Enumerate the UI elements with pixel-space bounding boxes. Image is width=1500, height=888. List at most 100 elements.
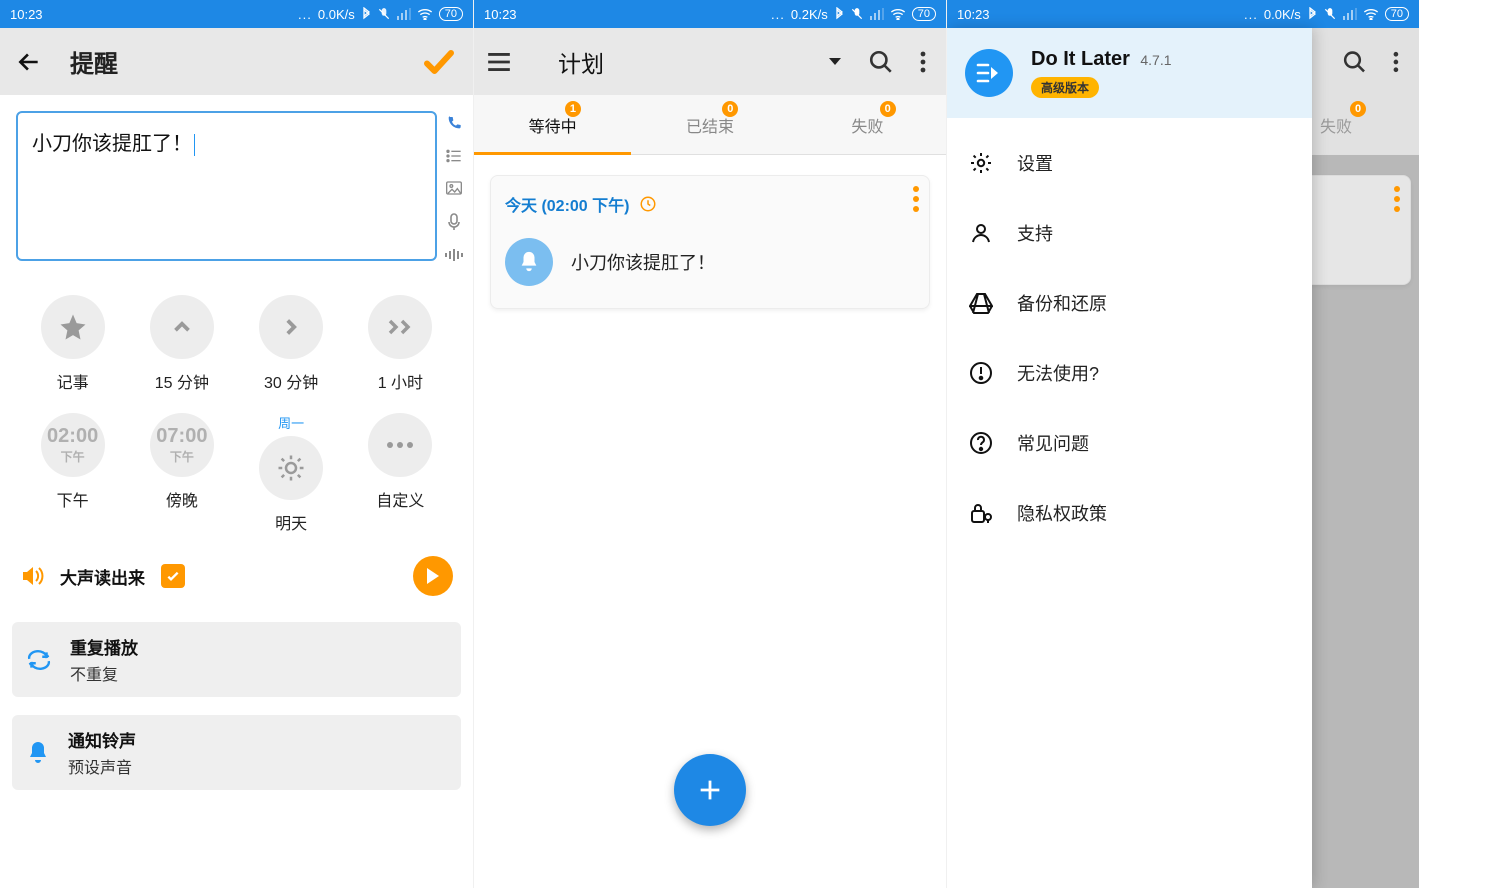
screen-reminder-editor: 10:23 ... 0.0K/s 70 提醒 小刀你该提肛了！ (0, 0, 473, 888)
option-tomorrow[interactable]: 周一 明天 (237, 413, 346, 534)
option-15min[interactable]: 15 分钟 (127, 295, 236, 393)
star-icon (58, 312, 88, 342)
add-reminder-fab[interactable] (674, 754, 746, 826)
lock-key-icon (969, 501, 993, 525)
drive-icon (969, 292, 993, 314)
wifi-icon (417, 8, 433, 20)
screen-drawer-open: 10:23 ... 0.0K/s 70 失败 0 (946, 0, 1419, 888)
ringtone-setting[interactable]: 通知铃声 预设声音 (12, 715, 461, 790)
tab-waiting[interactable]: 等待中 1 (474, 95, 631, 154)
drawer-item-faq[interactable]: 常见问题 (947, 408, 1312, 478)
drawer-header: Do It Later 4.7.1 高级版本 (947, 28, 1312, 118)
bell-avatar-icon (505, 238, 553, 286)
app-bar: 提醒 (0, 28, 473, 95)
status-bar: 10:23 ... 0.0K/s 70 (0, 0, 473, 28)
chevron-up-icon (169, 314, 195, 340)
screen-plan-list: 10:23 ... 0.2K/s 70 计划 等待中 1 已结束 0 失败 (473, 0, 946, 888)
drawer-item-not-working[interactable]: 无法使用? (947, 338, 1312, 408)
list-icon[interactable] (446, 149, 462, 163)
battery-indicator: 70 (439, 7, 463, 21)
app-version: 4.7.1 (1140, 52, 1171, 68)
speaker-icon (20, 565, 44, 587)
page-title: 提醒 (70, 44, 118, 79)
person-icon (969, 221, 993, 245)
reminder-text-input[interactable]: 小刀你该提肛了！ (16, 111, 437, 261)
bluetooth-icon (361, 7, 371, 21)
status-time: 10:23 (10, 7, 43, 22)
plus-icon (696, 776, 724, 804)
tab-failed-badge: 0 (880, 101, 896, 117)
tab-finished[interactable]: 已结束 0 (631, 95, 788, 154)
double-chevron-right-icon (384, 314, 416, 340)
bluetooth-icon (1307, 7, 1317, 21)
battery-indicator: 70 (912, 7, 936, 21)
navigation-drawer: Do It Later 4.7.1 高级版本 设置 支持 备份和还原 无法使用? (947, 28, 1312, 888)
premium-badge: 高级版本 (1031, 77, 1099, 98)
confirm-icon[interactable] (421, 44, 457, 80)
card-overflow-icon[interactable] (913, 186, 919, 212)
chevron-right-icon (278, 314, 304, 340)
repeat-setting[interactable]: 重复播放 不重复 (12, 622, 461, 697)
alert-circle-icon (969, 361, 993, 385)
mute-icon (1323, 7, 1337, 21)
tab-finished-badge: 0 (722, 101, 738, 117)
option-30min[interactable]: 30 分钟 (237, 295, 346, 393)
status-time: 10:23 (957, 7, 990, 22)
play-button[interactable] (413, 556, 453, 596)
tab-bar: 等待中 1 已结束 0 失败 0 (474, 95, 946, 155)
status-bar: 10:23 ... 0.0K/s 70 (947, 0, 1419, 28)
mute-icon (850, 7, 864, 21)
option-custom[interactable]: 自定义 (346, 413, 455, 534)
option-notes[interactable]: 记事 (18, 295, 127, 393)
drawer-item-privacy[interactable]: 隐私权政策 (947, 478, 1312, 548)
bell-icon (26, 740, 50, 766)
caret-down-icon (828, 57, 842, 67)
status-bar: 10:23 ... 0.2K/s 70 (474, 0, 946, 28)
tab-waiting-badge: 1 (565, 101, 581, 117)
voice-wave-icon[interactable] (445, 249, 463, 261)
category-dropdown[interactable]: 计划 (530, 45, 850, 79)
bluetooth-icon (834, 7, 844, 21)
play-icon (425, 567, 441, 585)
image-icon[interactable] (446, 181, 462, 195)
tab-failed[interactable]: 失败 0 (789, 95, 946, 154)
reminder-card[interactable]: 今天 (02:00 下午) 小刀你该提肛了！ (490, 175, 930, 309)
search-icon[interactable] (868, 49, 894, 75)
status-time: 10:23 (484, 7, 517, 22)
search-icon (1342, 49, 1367, 75)
signal-icon (870, 8, 884, 20)
drawer-item-settings[interactable]: 设置 (947, 128, 1312, 198)
overflow-menu-icon[interactable] (920, 51, 926, 73)
wifi-icon (890, 8, 906, 20)
read-aloud-checkbox[interactable] (161, 564, 185, 588)
option-evening[interactable]: 07:00下午 傍晚 (127, 413, 236, 534)
phone-icon[interactable] (446, 115, 462, 131)
app-logo-icon (965, 49, 1013, 97)
app-name: Do It Later (1031, 48, 1130, 70)
signal-icon (397, 8, 411, 20)
drawer-item-backup[interactable]: 备份和还原 (947, 268, 1312, 338)
microphone-icon[interactable] (448, 213, 460, 231)
signal-icon (1343, 8, 1357, 20)
help-circle-icon (969, 431, 993, 455)
net-speed: 0.0K/s (1264, 7, 1301, 22)
card-time: 今天 (02:00 下午) (505, 192, 629, 216)
option-1hour[interactable]: 1 小时 (346, 295, 455, 393)
app-bar: 计划 (474, 28, 946, 95)
overflow-menu-icon (1393, 51, 1399, 73)
more-dots-icon (385, 441, 415, 449)
battery-indicator: 70 (1385, 7, 1409, 21)
gear-icon (969, 151, 993, 175)
drawer-item-support[interactable]: 支持 (947, 198, 1312, 268)
read-aloud-row: 大声读出来 (0, 544, 473, 604)
net-speed: 0.0K/s (318, 7, 355, 22)
option-afternoon[interactable]: 02:00下午 下午 (18, 413, 127, 534)
repeat-icon (26, 649, 52, 671)
back-icon[interactable] (16, 49, 42, 75)
menu-icon[interactable] (486, 52, 512, 72)
clock-icon (639, 195, 657, 213)
read-aloud-label: 大声读出来 (60, 564, 145, 589)
wifi-icon (1363, 8, 1379, 20)
mute-icon (377, 7, 391, 21)
background-dimmed: 失败 0 (1312, 28, 1419, 888)
